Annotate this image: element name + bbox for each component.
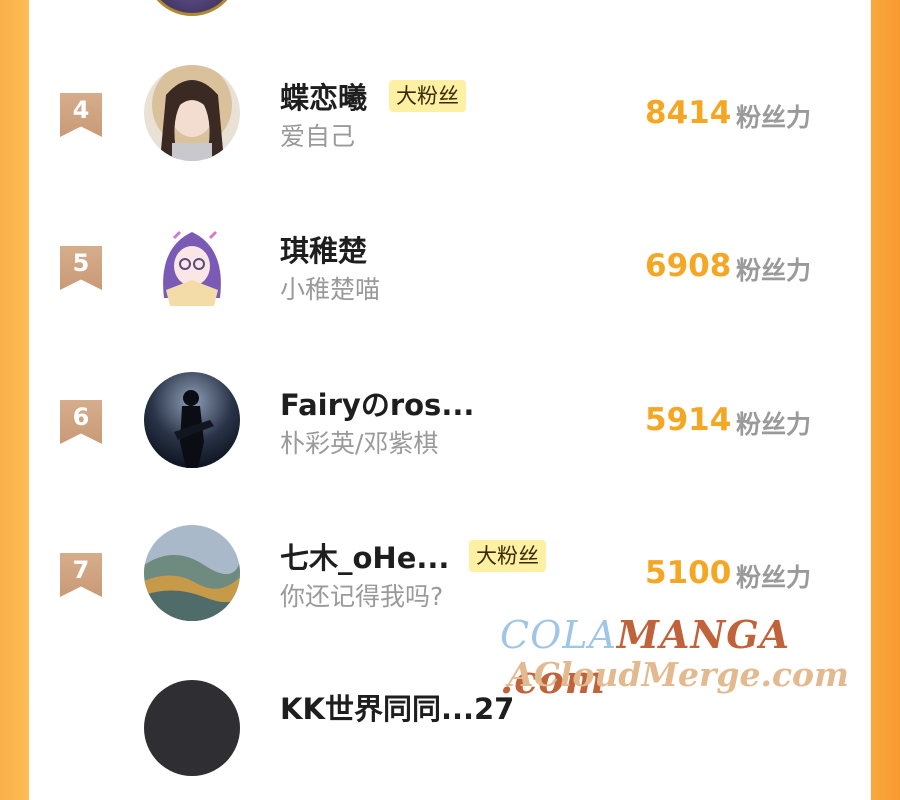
avatar[interactable]	[144, 525, 240, 621]
watermark-domain: ACloudMerge.com	[508, 655, 849, 694]
user-name[interactable]: 琪稚楚	[280, 228, 367, 270]
list-item[interactable]: 4 蝶恋曦 大粉丝 爱自己 8414 粉丝力	[0, 45, 900, 185]
user-name[interactable]: Fairyのros...	[280, 382, 474, 424]
fan-power-label: 粉丝力	[736, 563, 812, 592]
user-signature: 朴彩英/邓紫棋	[280, 429, 439, 458]
user-signature: 小稚楚喵	[280, 275, 381, 304]
rank-number: 4	[72, 96, 90, 124]
watermark-part: MANGA	[616, 612, 791, 657]
rank-ribbon-icon: 4	[60, 93, 102, 137]
rank-number: 5	[72, 249, 90, 277]
list-item[interactable]: 5 琪稚楚 小稚楚喵 6908 粉丝力	[0, 198, 900, 338]
rank-ribbon-icon: 5	[60, 246, 102, 290]
user-signature: 爱自己	[280, 122, 356, 151]
avatar[interactable]	[144, 65, 240, 161]
big-fan-badge: 大粉丝	[469, 540, 546, 572]
user-name[interactable]: KK世界同同...27	[280, 686, 514, 728]
avatar[interactable]	[144, 218, 240, 314]
fan-power-label: 粉丝力	[736, 103, 812, 132]
fan-power-label: 粉丝力	[736, 256, 812, 285]
user-name[interactable]: 七木_oHe...	[280, 535, 449, 577]
fan-power-score: 5100	[645, 555, 732, 591]
avatar[interactable]	[144, 372, 240, 468]
watermark-part: COLA	[500, 613, 617, 657]
fan-power-score: 5914	[645, 402, 732, 438]
avatar[interactable]	[144, 680, 240, 776]
fan-power-label: 粉丝力	[736, 410, 812, 439]
rank-ribbon-icon: 7	[60, 553, 102, 597]
rank-ribbon-icon: 6	[60, 400, 102, 444]
list-item[interactable]: 6 Fairyのros... 朴彩英/邓紫棋 5914 粉丝力	[0, 352, 900, 492]
user-signature: 你还记得我吗?	[280, 582, 444, 611]
rank-number: 7	[72, 556, 90, 584]
big-fan-badge: 大粉丝	[389, 80, 466, 112]
user-name[interactable]: 蝶恋曦	[280, 75, 367, 117]
fan-power-score: 6908	[645, 248, 732, 284]
fan-power-score: 8414	[645, 95, 732, 131]
rank-number: 6	[72, 403, 90, 431]
